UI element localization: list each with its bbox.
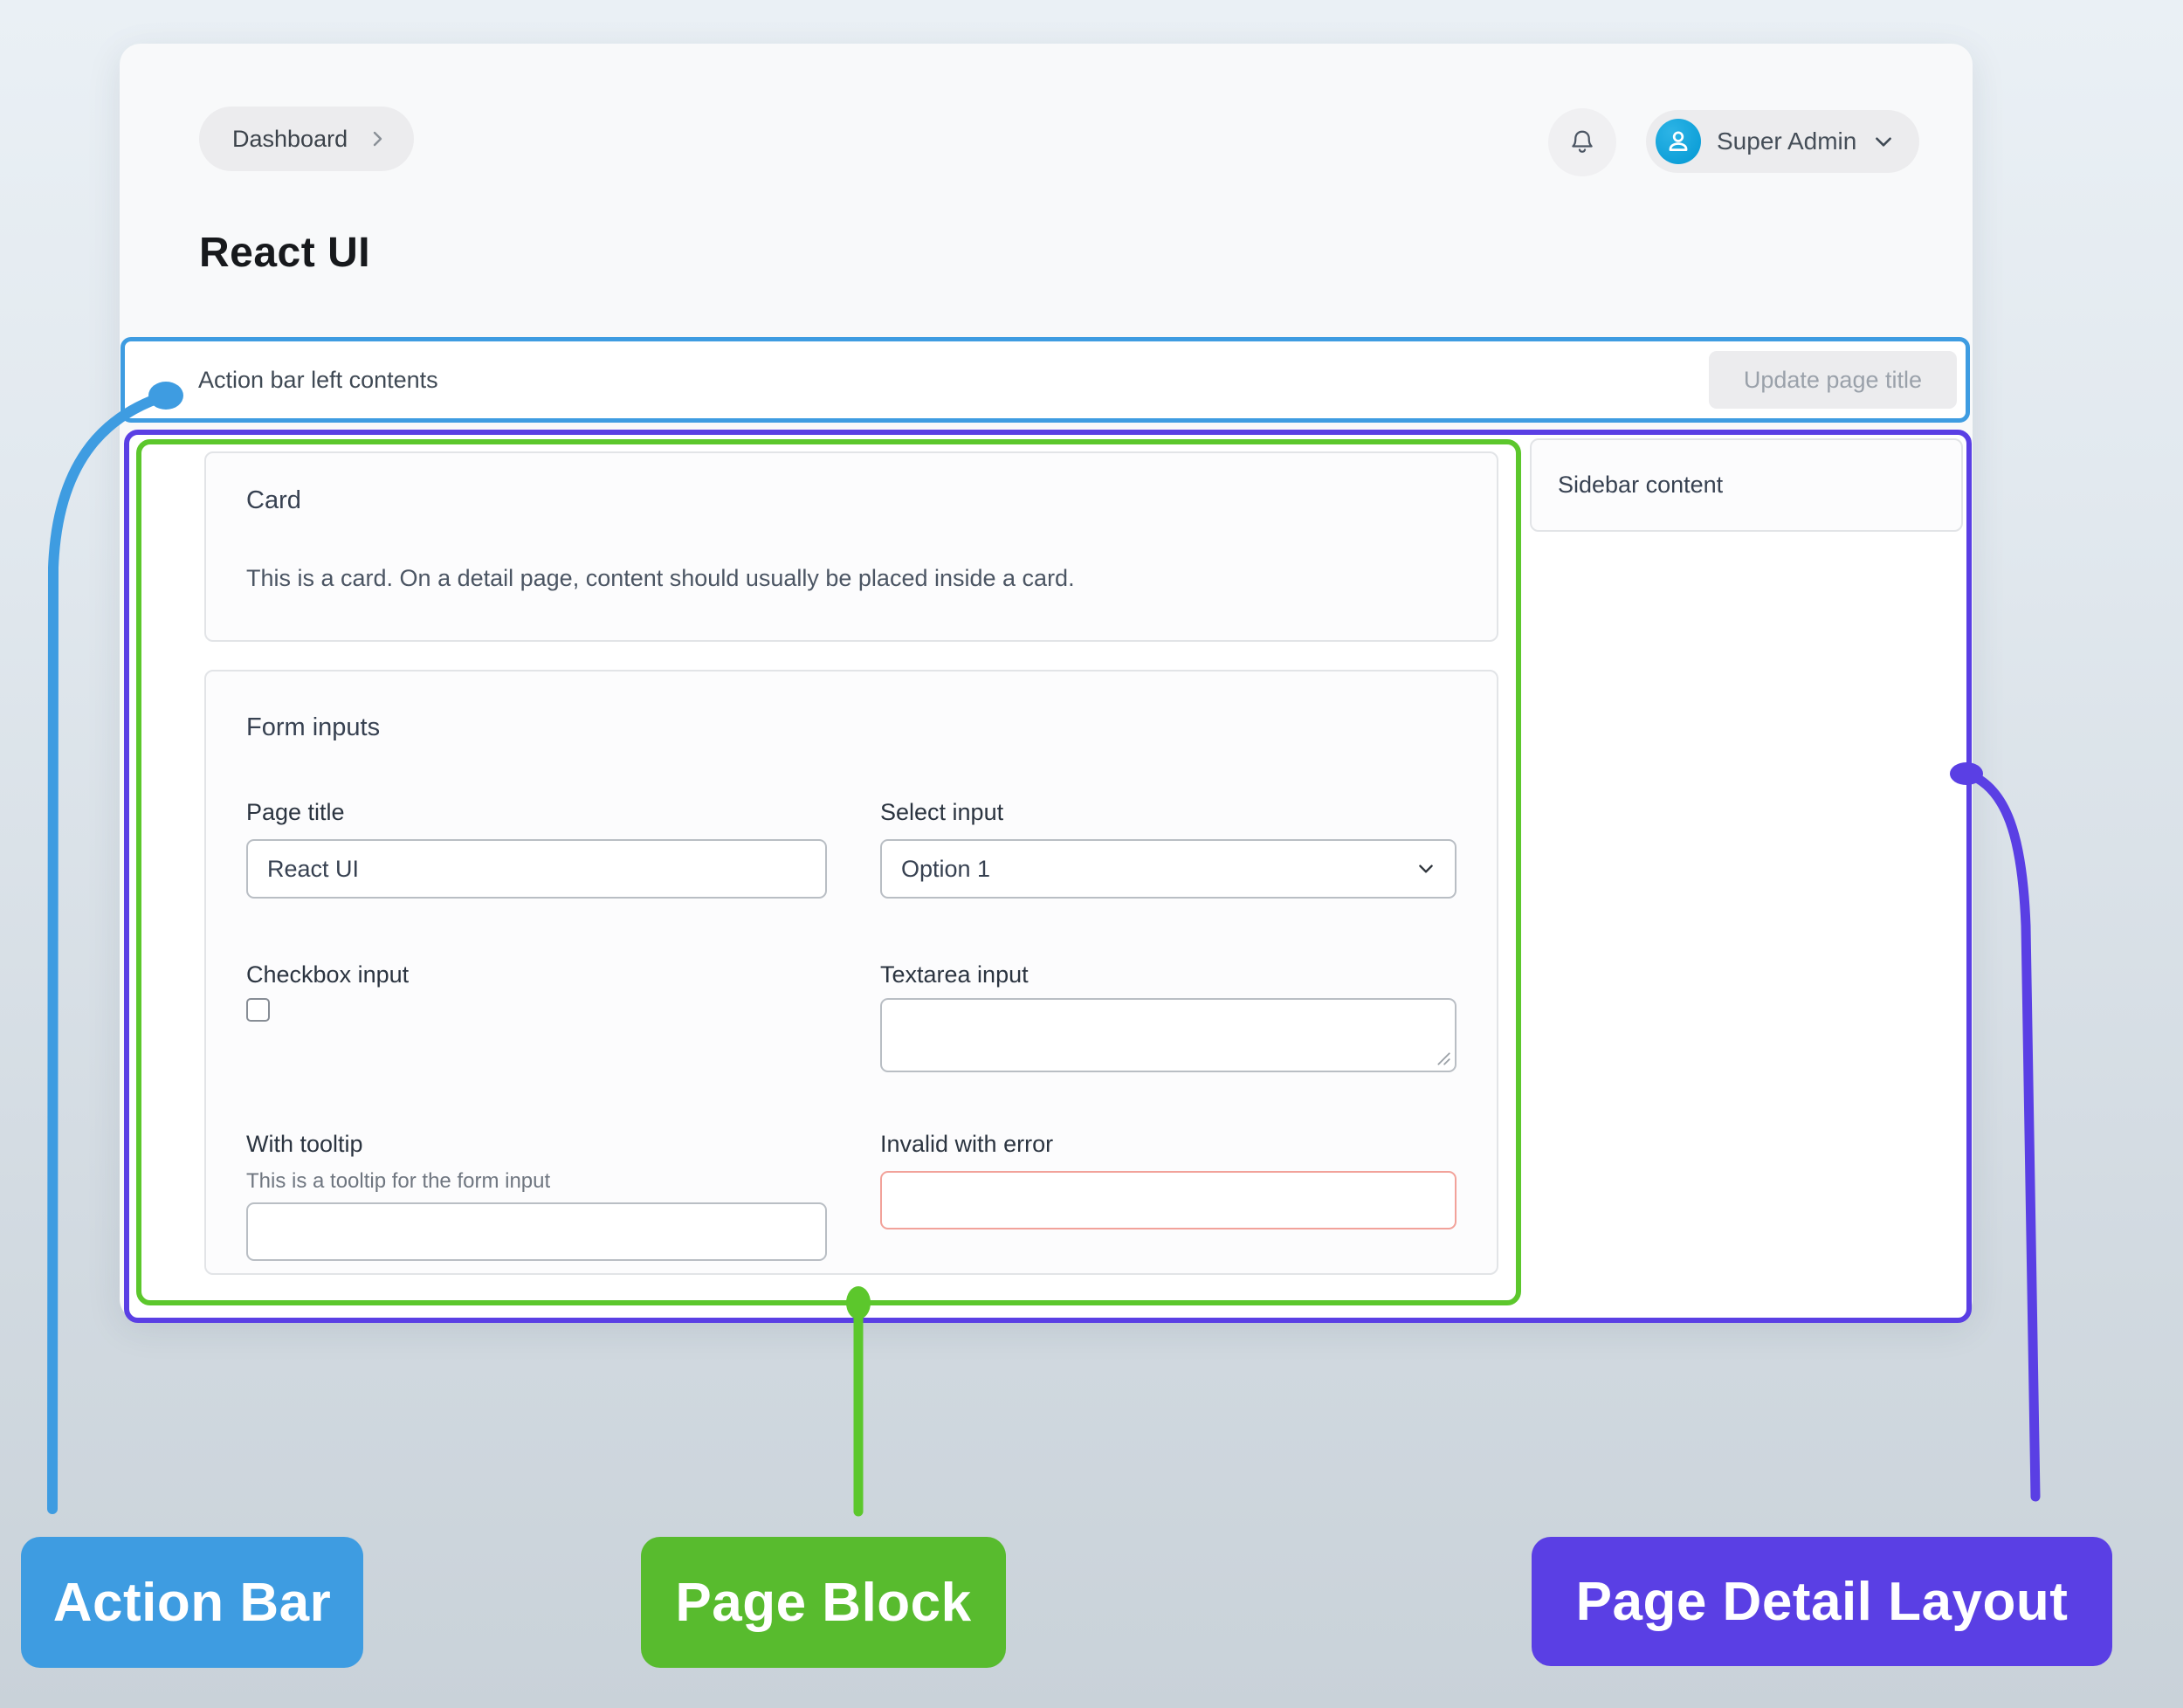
invalid-input[interactable] bbox=[880, 1171, 1456, 1229]
checkbox-field-label: Checkbox input bbox=[246, 961, 409, 988]
page-title-field-label: Page title bbox=[246, 799, 345, 826]
select-field-label: Select input bbox=[880, 799, 1003, 826]
textarea-resize-grip-icon[interactable] bbox=[1436, 1050, 1451, 1071]
user-menu[interactable]: Super Admin bbox=[1646, 110, 1919, 173]
update-page-title-button[interactable]: Update page title bbox=[1709, 351, 1957, 409]
card: Card This is a card. On a detail page, c… bbox=[204, 451, 1498, 642]
textarea-input[interactable] bbox=[880, 998, 1456, 1072]
breadcrumb[interactable]: Dashboard bbox=[199, 107, 414, 171]
tooltip-input[interactable] bbox=[246, 1202, 827, 1261]
form-inputs-card: Form inputs Page title Select input Opti… bbox=[204, 670, 1498, 1275]
bell-icon bbox=[1566, 126, 1599, 159]
card-title: Card bbox=[246, 486, 301, 515]
select-input[interactable]: Option 1 bbox=[880, 839, 1456, 899]
chevron-right-icon bbox=[367, 128, 388, 149]
tooltip-text: This is a tooltip for the form input bbox=[246, 1169, 550, 1194]
page-block: Card This is a card. On a detail page, c… bbox=[136, 439, 1521, 1305]
checkbox-input[interactable] bbox=[246, 998, 270, 1022]
page-detail-layout: Card This is a card. On a detail page, c… bbox=[124, 430, 1972, 1323]
notifications-button[interactable] bbox=[1548, 108, 1616, 176]
sidebar-content-text: Sidebar content bbox=[1558, 472, 1723, 499]
chevron-down-icon bbox=[1872, 130, 1895, 153]
action-bar-left-text: Action bar left contents bbox=[198, 367, 438, 394]
form-inputs-title: Form inputs bbox=[246, 713, 380, 742]
textarea-field-label: Textarea input bbox=[880, 961, 1029, 988]
sidebar-card: Sidebar content bbox=[1530, 438, 1963, 532]
select-value: Option 1 bbox=[901, 856, 1416, 883]
user-name: Super Admin bbox=[1717, 127, 1856, 155]
tooltip-field-label: With tooltip bbox=[246, 1131, 363, 1158]
page-title: React UI bbox=[199, 229, 370, 277]
breadcrumb-label: Dashboard bbox=[232, 126, 348, 153]
card-body-text: This is a card. On a detail page, conten… bbox=[246, 565, 1075, 592]
avatar bbox=[1656, 119, 1701, 164]
select-chevron-icon bbox=[1416, 859, 1436, 878]
invalid-field-label: Invalid with error bbox=[880, 1131, 1053, 1158]
annotation-page-detail-layout-label: Page Detail Layout bbox=[1532, 1537, 2112, 1666]
page-title-input[interactable] bbox=[246, 839, 827, 899]
annotation-page-block-label: Page Block bbox=[641, 1537, 1006, 1668]
annotation-action-bar-label: Action Bar bbox=[21, 1537, 363, 1668]
action-bar: Action bar left contents Update page tit… bbox=[121, 337, 1970, 423]
